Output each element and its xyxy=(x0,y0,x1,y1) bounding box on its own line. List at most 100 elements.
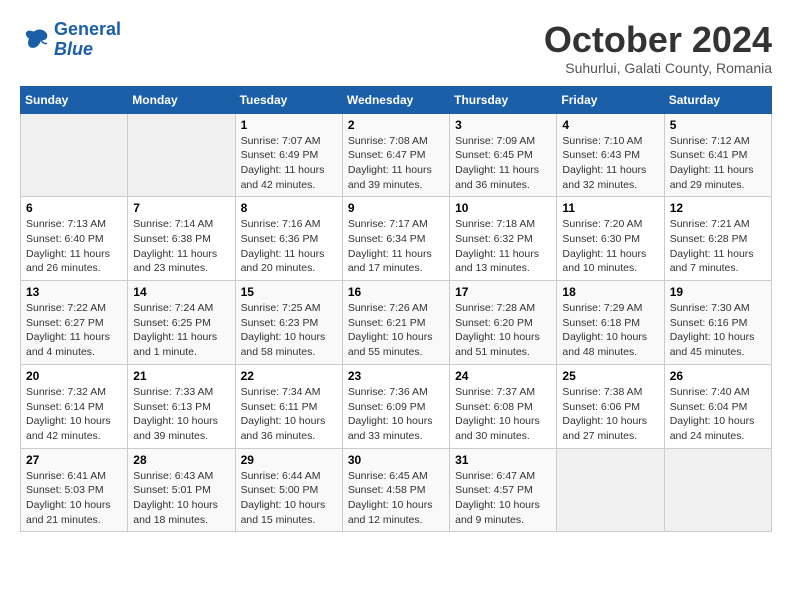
day-number: 26 xyxy=(670,369,766,383)
calendar-cell: 15 Sunrise: 7:25 AM Sunset: 6:23 PM Dayli… xyxy=(235,281,342,365)
calendar-cell xyxy=(557,448,664,532)
column-header-tuesday: Tuesday xyxy=(235,86,342,113)
calendar-cell: 7 Sunrise: 7:14 AM Sunset: 6:38 PM Daylig… xyxy=(128,197,235,281)
calendar-week-2: 6Sunrise: 7:13 AM Sunset: 6:40 PM Daylig… xyxy=(21,197,772,281)
calendar-cell: 31Sunrise: 6:47 AM Sunset: 4:57 PM Dayli… xyxy=(450,448,557,532)
column-header-saturday: Saturday xyxy=(664,86,771,113)
day-info: Sunrise: 7:10 AM Sunset: 6:43 PM Dayligh… xyxy=(562,134,658,193)
day-info: Sunrise: 7:16 AM Sunset: 6:36 PM Dayligh… xyxy=(241,217,337,276)
day-info: Sunrise: 7:38 AM Sunset: 6:06 PM Dayligh… xyxy=(562,385,658,444)
day-number: 6 xyxy=(26,201,122,215)
calendar-cell: 5Sunrise: 7:12 AM Sunset: 6:41 PM Daylig… xyxy=(664,113,771,197)
calendar-cell: 14Sunrise: 7:24 AM Sunset: 6:25 PM Dayli… xyxy=(128,281,235,365)
column-header-sunday: Sunday xyxy=(21,86,128,113)
column-header-thursday: Thursday xyxy=(450,86,557,113)
column-header-monday: Monday xyxy=(128,86,235,113)
day-info: Sunrise: 7:08 AM Sunset: 6:47 PM Dayligh… xyxy=(348,134,444,193)
day-number: 29 xyxy=(241,453,337,467)
day-number: 27 xyxy=(26,453,122,467)
day-info: Sunrise: 6:41 AM Sunset: 5:03 PM Dayligh… xyxy=(26,469,122,528)
day-info: Sunrise: 7:33 AM Sunset: 6:13 PM Dayligh… xyxy=(133,385,229,444)
calendar-week-4: 20 Sunrise: 7:32 AM Sunset: 6:14 PM Dayli… xyxy=(21,364,772,448)
calendar-cell: 18Sunrise: 7:29 AM Sunset: 6:18 PM Dayli… xyxy=(557,281,664,365)
day-number: 16 xyxy=(348,285,444,299)
day-info: Sunrise: 6:43 AM Sunset: 5:01 PM Dayligh… xyxy=(133,469,229,528)
calendar-table: SundayMondayTuesdayWednesdayThursdayFrid… xyxy=(20,86,772,533)
day-number: 15 xyxy=(241,285,337,299)
day-info: Sunrise: 7:17 AM Sunset: 6:34 PM Dayligh… xyxy=(348,217,444,276)
day-info: Sunrise: 7:29 AM Sunset: 6:18 PM Dayligh… xyxy=(562,301,658,360)
day-info: Sunrise: 7:14 AM Sunset: 6:38 PM Dayligh… xyxy=(133,217,229,276)
calendar-header-row: SundayMondayTuesdayWednesdayThursdayFrid… xyxy=(21,86,772,113)
calendar-cell: 21 Sunrise: 7:33 AM Sunset: 6:13 PM Dayli… xyxy=(128,364,235,448)
calendar-cell: 25Sunrise: 7:38 AM Sunset: 6:06 PM Dayli… xyxy=(557,364,664,448)
page-header: General Blue October 2024 Suhurlui, Gala… xyxy=(20,20,772,76)
calendar-cell: 17 Sunrise: 7:28 AM Sunset: 6:20 PM Dayli… xyxy=(450,281,557,365)
day-info: Sunrise: 7:32 AM Sunset: 6:14 PM Dayligh… xyxy=(26,385,122,444)
calendar-cell: 19 Sunrise: 7:30 AM Sunset: 6:16 PM Dayli… xyxy=(664,281,771,365)
logo-text: General Blue xyxy=(54,20,121,60)
day-info: Sunrise: 7:18 AM Sunset: 6:32 PM Dayligh… xyxy=(455,217,551,276)
day-info: Sunrise: 7:40 AM Sunset: 6:04 PM Dayligh… xyxy=(670,385,766,444)
calendar-cell: 8 Sunrise: 7:16 AM Sunset: 6:36 PM Daylig… xyxy=(235,197,342,281)
day-number: 1 xyxy=(241,118,337,132)
column-header-wednesday: Wednesday xyxy=(342,86,449,113)
day-info: Sunrise: 7:21 AM Sunset: 6:28 PM Dayligh… xyxy=(670,217,766,276)
day-info: Sunrise: 7:26 AM Sunset: 6:21 PM Dayligh… xyxy=(348,301,444,360)
day-number: 2 xyxy=(348,118,444,132)
day-number: 9 xyxy=(348,201,444,215)
day-info: Sunrise: 6:44 AM Sunset: 5:00 PM Dayligh… xyxy=(241,469,337,528)
calendar-cell: 12 Sunrise: 7:21 AM Sunset: 6:28 PM Dayli… xyxy=(664,197,771,281)
logo-icon xyxy=(20,25,50,55)
day-info: Sunrise: 7:28 AM Sunset: 6:20 PM Dayligh… xyxy=(455,301,551,360)
calendar-cell: 24Sunrise: 7:37 AM Sunset: 6:08 PM Dayli… xyxy=(450,364,557,448)
calendar-cell: 22 Sunrise: 7:34 AM Sunset: 6:11 PM Dayli… xyxy=(235,364,342,448)
day-info: Sunrise: 7:34 AM Sunset: 6:11 PM Dayligh… xyxy=(241,385,337,444)
day-info: Sunrise: 7:36 AM Sunset: 6:09 PM Dayligh… xyxy=(348,385,444,444)
calendar-cell: 13 Sunrise: 7:22 AM Sunset: 6:27 PM Dayli… xyxy=(21,281,128,365)
column-header-friday: Friday xyxy=(557,86,664,113)
logo: General Blue xyxy=(20,20,121,60)
title-block: October 2024 Suhurlui, Galati County, Ro… xyxy=(544,20,772,76)
calendar-cell: 11 Sunrise: 7:20 AM Sunset: 6:30 PM Dayli… xyxy=(557,197,664,281)
calendar-cell: 9 Sunrise: 7:17 AM Sunset: 6:34 PM Daylig… xyxy=(342,197,449,281)
day-info: Sunrise: 6:45 AM Sunset: 4:58 PM Dayligh… xyxy=(348,469,444,528)
day-number: 28 xyxy=(133,453,229,467)
calendar-week-5: 27 Sunrise: 6:41 AM Sunset: 5:03 PM Dayli… xyxy=(21,448,772,532)
day-number: 23 xyxy=(348,369,444,383)
day-number: 11 xyxy=(562,201,658,215)
calendar-cell: 3 Sunrise: 7:09 AM Sunset: 6:45 PM Daylig… xyxy=(450,113,557,197)
calendar-cell xyxy=(128,113,235,197)
day-number: 8 xyxy=(241,201,337,215)
calendar-cell: 16 Sunrise: 7:26 AM Sunset: 6:21 PM Dayli… xyxy=(342,281,449,365)
day-number: 12 xyxy=(670,201,766,215)
day-info: Sunrise: 7:22 AM Sunset: 6:27 PM Dayligh… xyxy=(26,301,122,360)
calendar-cell: 29 Sunrise: 6:44 AM Sunset: 5:00 PM Dayli… xyxy=(235,448,342,532)
day-info: Sunrise: 7:24 AM Sunset: 6:25 PM Dayligh… xyxy=(133,301,229,360)
day-number: 17 xyxy=(455,285,551,299)
calendar-week-3: 13 Sunrise: 7:22 AM Sunset: 6:27 PM Dayli… xyxy=(21,281,772,365)
day-number: 22 xyxy=(241,369,337,383)
calendar-cell: 26 Sunrise: 7:40 AM Sunset: 6:04 PM Dayli… xyxy=(664,364,771,448)
day-number: 13 xyxy=(26,285,122,299)
calendar-cell: 28 Sunrise: 6:43 AM Sunset: 5:01 PM Dayli… xyxy=(128,448,235,532)
day-info: Sunrise: 7:09 AM Sunset: 6:45 PM Dayligh… xyxy=(455,134,551,193)
day-info: Sunrise: 7:12 AM Sunset: 6:41 PM Dayligh… xyxy=(670,134,766,193)
day-number: 24 xyxy=(455,369,551,383)
day-number: 31 xyxy=(455,453,551,467)
calendar-cell: 6Sunrise: 7:13 AM Sunset: 6:40 PM Daylig… xyxy=(21,197,128,281)
calendar-week-1: 1Sunrise: 7:07 AM Sunset: 6:49 PM Daylig… xyxy=(21,113,772,197)
day-number: 4 xyxy=(562,118,658,132)
calendar-cell: 27 Sunrise: 6:41 AM Sunset: 5:03 PM Dayli… xyxy=(21,448,128,532)
day-info: Sunrise: 7:30 AM Sunset: 6:16 PM Dayligh… xyxy=(670,301,766,360)
day-number: 7 xyxy=(133,201,229,215)
calendar-cell: 23 Sunrise: 7:36 AM Sunset: 6:09 PM Dayli… xyxy=(342,364,449,448)
calendar-cell: 2 Sunrise: 7:08 AM Sunset: 6:47 PM Daylig… xyxy=(342,113,449,197)
day-info: Sunrise: 7:20 AM Sunset: 6:30 PM Dayligh… xyxy=(562,217,658,276)
day-info: Sunrise: 7:25 AM Sunset: 6:23 PM Dayligh… xyxy=(241,301,337,360)
day-number: 21 xyxy=(133,369,229,383)
day-number: 10 xyxy=(455,201,551,215)
day-number: 19 xyxy=(670,285,766,299)
day-number: 20 xyxy=(26,369,122,383)
day-number: 3 xyxy=(455,118,551,132)
